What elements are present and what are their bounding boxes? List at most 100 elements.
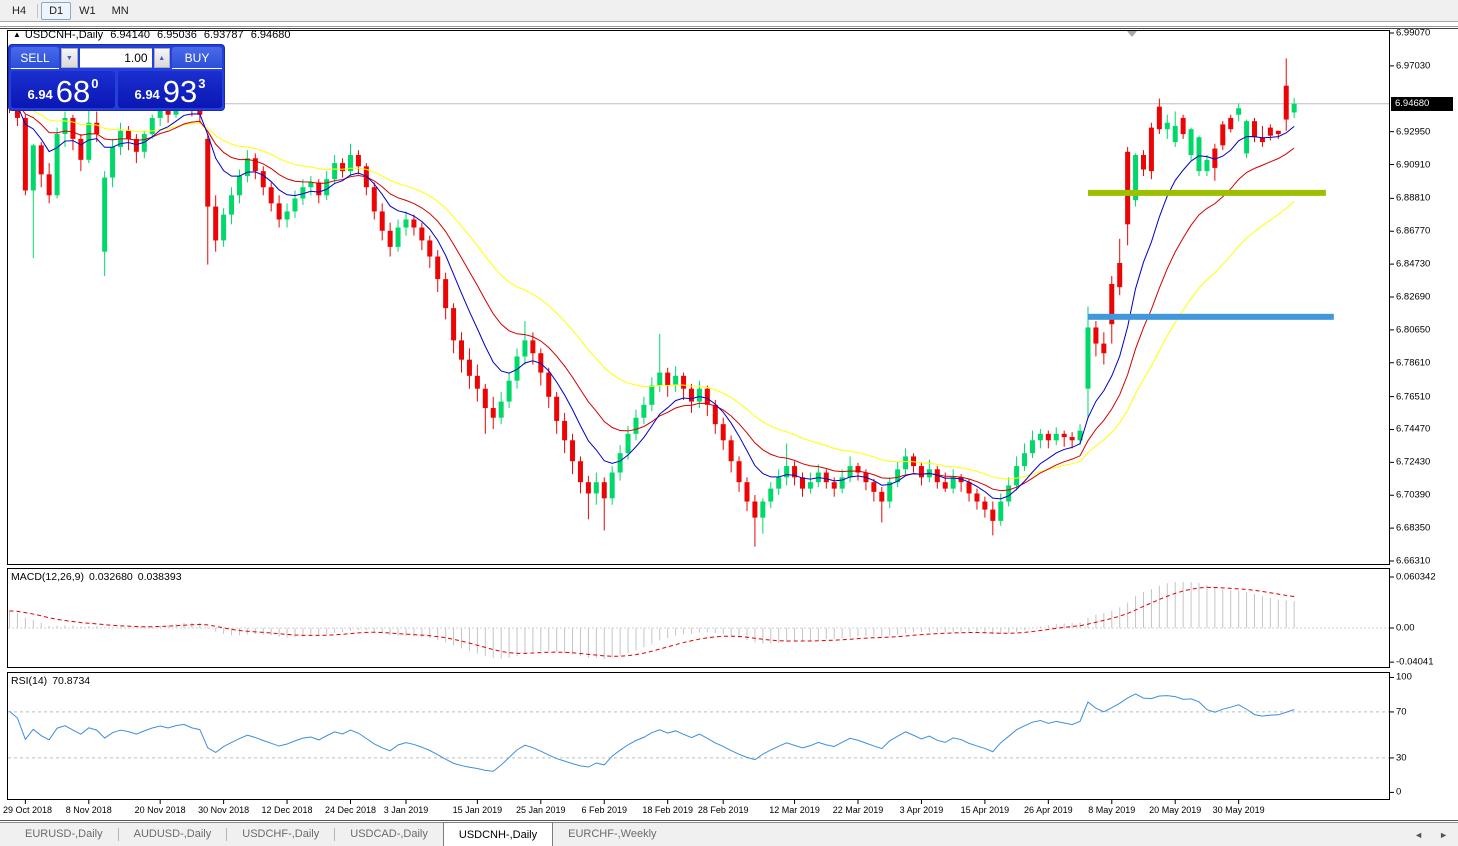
candle-body (491, 408, 496, 418)
date-axis-label: 3 Jan 2019 (384, 805, 429, 815)
price-axis-label: 6.97030 (1396, 60, 1430, 71)
price-axis-label: 6.72430 (1396, 457, 1430, 468)
candle-body (697, 389, 702, 402)
chart-tab-usdcnh[interactable]: USDCNH-,Daily (443, 822, 553, 846)
candle-body (427, 240, 432, 256)
candle-body (1236, 108, 1241, 114)
candle-body (213, 207, 218, 241)
candle-body (1030, 440, 1035, 453)
ohlc-open: 6.94140 (110, 29, 150, 41)
buy-price-sup: 3 (198, 76, 205, 91)
candle-body (229, 195, 234, 214)
macd-main-value: 0.032680 (89, 571, 133, 583)
price-axis-label: 6.90910 (1396, 159, 1430, 170)
candle-body (1165, 123, 1170, 129)
chart-tab-eurusd[interactable]: EURUSD-,Daily (10, 823, 118, 846)
rsi-value: 70.8734 (52, 675, 90, 687)
date-axis-label: 15 Apr 2019 (961, 805, 1010, 815)
rsi-axis-label: 100 (1396, 672, 1412, 683)
candle-body (292, 199, 297, 212)
candle-body (467, 360, 472, 376)
symbol-title: USDCNH-,Daily (25, 29, 103, 41)
candle-body (1022, 453, 1027, 466)
candle-body (1117, 263, 1122, 287)
candle-body (70, 118, 75, 139)
one-click-trade-panel: SELL ▼ ▲ BUY 6.94680 6.94933 (8, 44, 225, 111)
sell-button[interactable]: SELL (11, 47, 59, 69)
candle-body (1093, 327, 1098, 343)
candle-body (618, 453, 623, 472)
support-line[interactable] (1088, 314, 1334, 320)
tab-scroll-left-icon[interactable]: ◄ (1414, 830, 1423, 840)
candle-body (990, 510, 995, 521)
mt4-window: H4D1W1MN ▲USDCNH-,Daily 6.94140 6.95036 … (0, 0, 1458, 846)
volume-input[interactable] (80, 48, 152, 68)
rsi-axis-label: 0 (1396, 787, 1401, 798)
tab-scroll-right-icon[interactable]: ► (1439, 830, 1448, 840)
candle-body (1038, 434, 1043, 440)
candle-body (340, 163, 345, 171)
volume-increase-button[interactable]: ▲ (154, 48, 170, 68)
buy-price-big: 93 (163, 77, 197, 106)
candle-body (316, 182, 321, 195)
buy-price[interactable]: 6.94933 (118, 71, 222, 108)
candle-body (752, 502, 757, 518)
candle-body (530, 340, 535, 353)
candle-body (483, 389, 488, 408)
date-axis-label: 24 Dec 2018 (325, 805, 376, 815)
candle-body (277, 203, 282, 219)
candle-body (554, 397, 559, 421)
sell-price[interactable]: 6.94680 (11, 71, 115, 108)
candle-body (443, 279, 448, 308)
candle-body (435, 257, 440, 280)
date-axis-label: 29 Oct 2018 (3, 805, 52, 815)
date-axis-label: 6 Feb 2019 (581, 805, 627, 815)
date-axis-label: 26 Apr 2019 (1024, 805, 1073, 815)
chart-tab-usdcad[interactable]: USDCAD-,Daily (335, 823, 443, 846)
candle-body (47, 174, 52, 195)
candle-body (419, 228, 424, 241)
sell-price-sup: 0 (91, 76, 98, 91)
candle-body (78, 139, 83, 160)
price-axis-label: 6.99070 (1396, 28, 1430, 39)
volume-decrease-button[interactable]: ▼ (61, 48, 77, 68)
candle-body (1101, 344, 1106, 354)
candle-body (737, 461, 742, 482)
chevron-up-icon: ▲ (158, 55, 165, 62)
resistance-line[interactable] (1088, 190, 1326, 196)
candle-body (951, 477, 956, 488)
candle-body (760, 502, 765, 518)
candle-body (1006, 485, 1011, 501)
chart-tab-usdchf[interactable]: USDCHF-,Daily (227, 823, 334, 846)
date-axis-label: 30 Nov 2018 (198, 805, 249, 815)
candle-body (1149, 128, 1154, 172)
date-axis-label: 12 Mar 2019 (769, 805, 820, 815)
sell-price-big: 68 (56, 77, 90, 106)
current-price-tag: 6.94680 (1391, 97, 1453, 111)
buy-button[interactable]: BUY (172, 47, 222, 69)
candle-body (372, 187, 377, 211)
date-axis-label: 20 May 2019 (1149, 805, 1201, 815)
candle-body (982, 502, 987, 510)
candle-body (1252, 121, 1257, 137)
candle-body (594, 482, 599, 493)
chart-tab-audusd[interactable]: AUDUSD-,Daily (119, 823, 227, 846)
candle-body (1046, 434, 1051, 440)
candle-body (1292, 104, 1297, 113)
candle-body (800, 477, 805, 488)
price-axis-label: 6.68350 (1396, 523, 1430, 534)
candle-body (848, 466, 853, 477)
candle-body (1276, 131, 1281, 134)
candle-body (578, 461, 583, 482)
chart-canvas (0, 0, 1458, 846)
candle-body (879, 492, 884, 502)
candle-body (380, 211, 385, 230)
price-axis-label: 6.78610 (1396, 357, 1430, 368)
candle-body (562, 421, 567, 440)
candle-body (388, 231, 393, 247)
chart-tab-eurchf[interactable]: EURCHF-,Weekly (553, 823, 671, 846)
price-axis-label: 6.88810 (1396, 193, 1430, 204)
candle-body (475, 376, 480, 389)
chevron-down-icon: ▼ (66, 55, 73, 62)
candle-body (649, 385, 654, 404)
